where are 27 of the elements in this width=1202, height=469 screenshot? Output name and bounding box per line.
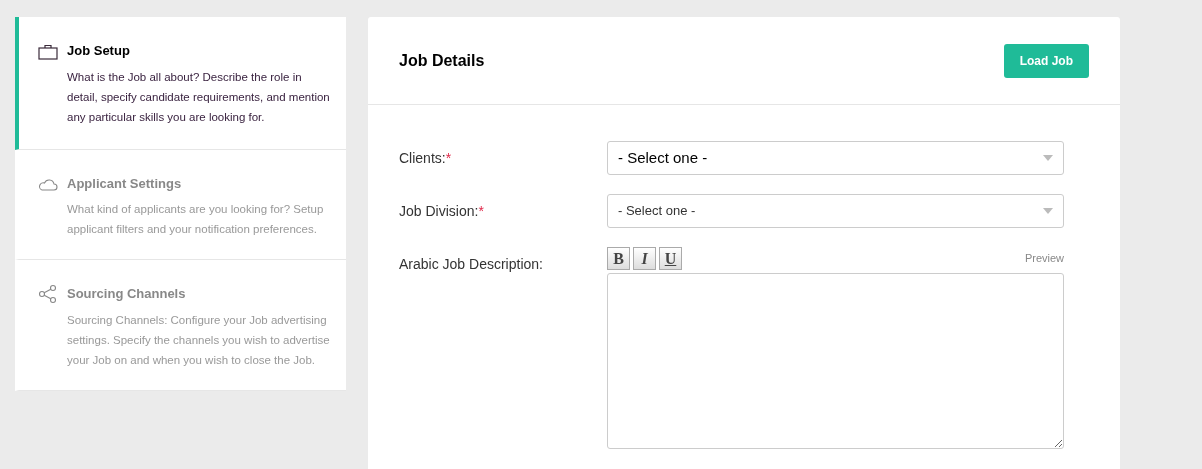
panel-title: Job Details: [399, 50, 485, 71]
preview-link[interactable]: Preview: [1024, 250, 1064, 267]
step-item[interactable]: Job Setup What is the Job all about? Describe the role in detail, specify candidate requirements, and mention any particular skills you are looking for.: [15, 17, 346, 150]
cloud-icon: [38, 176, 58, 193]
step-description: What is the Job all about? Describe the role in detail, specify candidate requirements, and mention any particular skills you are looking for.: [67, 69, 331, 125]
required-mark: *: [445, 150, 452, 166]
description-textarea[interactable]: [607, 273, 1064, 449]
field-label: Job Division:: [399, 203, 479, 219]
step-description: What kind of applicants are you looking for? Setup applicant filters and your notification preferences.: [67, 202, 325, 237]
required-mark: *: [478, 203, 484, 219]
step-item[interactable]: Sourcing Channels Sourcing Channels: Configure your Job advertising settings. Specify the channels you wish to advertise your Job on and when you wish to close the Job.: [15, 260, 346, 391]
dropdown-caret-icon: [1043, 208, 1053, 214]
step-item[interactable]: Applicant Settings What kind of applicants are you looking for? Setup applicant filters and your notification preferences.: [15, 149, 346, 260]
select-field[interactable]: - Select one -: [607, 194, 1064, 228]
step-description: Sourcing Channels: Configure your Job advertising settings. Specify the channels you wish to advertise your Job on and when you wish to close the Job.: [67, 312, 331, 368]
field-label: Clients:: [399, 150, 446, 166]
briefcase-icon: [38, 44, 58, 60]
format-button[interactable]: B: [607, 247, 630, 270]
share-icon: [38, 284, 58, 304]
step-title: Sourcing Channels: [67, 285, 187, 303]
format-button[interactable]: I: [633, 247, 656, 270]
step-title: Applicant Settings: [67, 174, 183, 193]
select-field[interactable]: - Select one -: [607, 141, 1064, 175]
step-title: Job Setup: [67, 42, 131, 60]
field-label: Arabic Job Description:: [399, 256, 543, 272]
dropdown-caret-icon: [1043, 155, 1053, 161]
format-button[interactable]: U: [659, 247, 682, 270]
